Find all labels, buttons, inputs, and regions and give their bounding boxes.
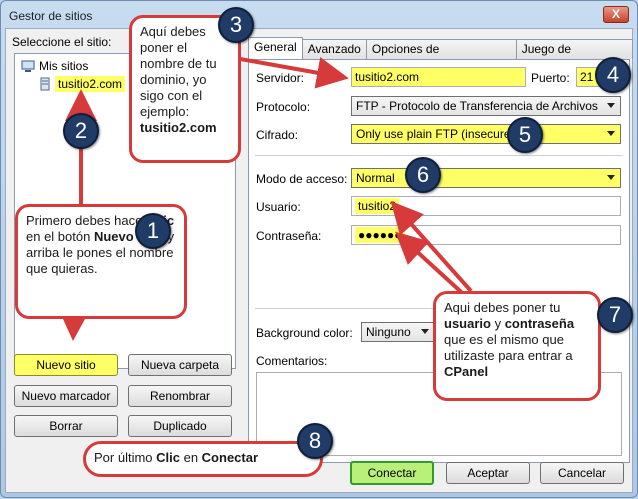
chevron-down-icon — [607, 131, 615, 136]
new-folder-button[interactable]: Nueva carpeta — [128, 354, 232, 376]
access-mode-select[interactable]: Normal — [351, 168, 621, 188]
port-label: Puerto: — [531, 71, 570, 85]
divider — [255, 155, 623, 156]
callout-text: Por último — [94, 450, 157, 465]
tab-bar: General Avanzado Opciones de Transferenc… — [248, 37, 633, 75]
chevron-down-icon — [607, 103, 615, 108]
bgcolor-label: Background color: — [256, 326, 353, 340]
callout-bold: tusitio2.com — [140, 120, 217, 135]
password-label: Contraseña: — [256, 229, 322, 243]
close-button[interactable]: X — [603, 6, 629, 23]
tab-general[interactable]: General — [248, 37, 303, 59]
callout-text: Aqui debes poner tu — [444, 300, 561, 315]
password-value: ●●●●●● — [355, 227, 405, 243]
user-input[interactable]: tusitio2 — [351, 196, 621, 216]
step-badge-7: 7 — [597, 297, 633, 333]
protocol-value: FTP - Protocolo de Transferencia de Arch… — [356, 99, 598, 113]
new-site-button[interactable]: Nuevo sitio — [14, 354, 118, 376]
cancel-button[interactable]: Cancelar — [540, 462, 624, 484]
encryption-select[interactable]: Only use plain FTP (insecure) — [351, 124, 621, 144]
protocol-select[interactable]: FTP - Protocolo de Transferencia de Arch… — [351, 96, 621, 116]
callout-connect: Por último Clic en Conectar — [83, 441, 323, 477]
user-label: Usuario: — [256, 200, 301, 214]
password-input[interactable]: ●●●●●● — [351, 225, 621, 245]
rename-button[interactable]: Renombrar — [128, 385, 232, 407]
callout-bold: CPanel — [444, 364, 489, 379]
step-badge-5: 5 — [507, 117, 543, 153]
site-select-label: Seleccione el sitio: — [12, 35, 112, 49]
bgcolor-select[interactable]: Ninguno — [361, 322, 435, 342]
callout-text: Aquí debes poner el nombre de tu dominio… — [140, 24, 217, 119]
protocol-label: Protocolo: — [256, 100, 311, 114]
tab-advanced[interactable]: Avanzado — [301, 39, 367, 59]
callout-credentials: Aqui debes poner tu usuario y contraseña… — [433, 291, 601, 401]
tree-root-item[interactable]: Mis sitios — [21, 59, 88, 73]
tab-transfer-options[interactable]: Opciones de Transferencia — [365, 39, 517, 75]
site-manager-window: Gestor de sitios X Seleccione el sitio: … — [0, 0, 638, 498]
access-mode-label: Modo de acceso: — [256, 172, 348, 186]
tree-site-item[interactable]: tusitio2.com — [39, 76, 126, 92]
new-bookmark-button[interactable]: Nuevo marcador — [14, 385, 118, 407]
step-badge-2: 2 — [63, 113, 99, 149]
delete-button[interactable]: Borrar — [14, 415, 118, 437]
step-badge-4: 4 — [595, 57, 631, 93]
computer-icon — [21, 60, 35, 72]
callout-text: que es el mismo que utilizaste para entr… — [444, 332, 573, 363]
chevron-down-icon — [607, 175, 615, 180]
callout-text: en — [179, 450, 202, 465]
step-badge-3: 3 — [218, 7, 254, 43]
step-badge-1: 1 — [135, 213, 171, 249]
window-title: Gestor de sitios — [9, 9, 93, 23]
connect-button[interactable]: Conectar — [350, 461, 434, 485]
encryption-value: Only use plain FTP (insecure) — [356, 127, 515, 141]
server-icon — [40, 77, 50, 91]
callout-bold: contraseña — [504, 316, 575, 331]
step-badge-8: 8 — [297, 423, 333, 459]
callout-bold: usuario — [444, 316, 491, 331]
callout-text: en el botón — [26, 229, 94, 244]
tree-site-label: tusitio2.com — [55, 76, 126, 92]
tree-root-label: Mis sitios — [39, 59, 89, 73]
tab-charset[interactable]: Juego de caracteres — [515, 39, 633, 75]
callout-bold: Clic — [156, 450, 180, 465]
user-value: tusitio2 — [355, 198, 400, 214]
step-badge-6: 6 — [405, 157, 441, 193]
server-label: Servidor: — [256, 71, 305, 85]
callout-text: Primero debes hacer — [26, 213, 151, 228]
server-input[interactable]: tusitio2.com — [351, 67, 526, 87]
callout-bold: Conectar — [201, 450, 259, 465]
access-mode-value: Normal — [356, 171, 395, 185]
encryption-label: Cifrado: — [256, 128, 299, 142]
accept-button[interactable]: Aceptar — [446, 462, 530, 484]
callout-text: y — [490, 316, 505, 331]
chevron-down-icon — [421, 329, 429, 334]
bgcolor-value: Ninguno — [366, 325, 411, 339]
general-panel: Servidor: tusitio2.com Puerto: 21 Protoc… — [248, 59, 630, 463]
duplicate-button[interactable]: Duplicado — [128, 415, 232, 437]
comments-label: Comentarios: — [256, 354, 328, 368]
